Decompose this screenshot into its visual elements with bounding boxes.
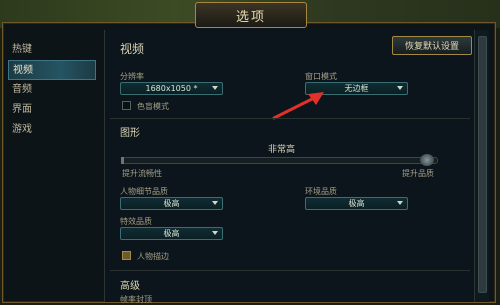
sidebar-item-audio[interactable]: 音频 [8,80,100,100]
window-mode-value: 无边框 [344,84,369,93]
colorblind-checkbox[interactable] [122,101,131,110]
character-outline-checkbox[interactable] [122,251,131,260]
sidebar-item-interface[interactable]: 界面 [8,100,100,120]
section-divider [110,270,470,271]
annotation-arrow-icon [272,92,324,120]
slider-left-label: 提升流畅性 [122,169,162,178]
effects-quality-dropdown[interactable]: 极高 [120,227,223,240]
character-quality-value: 极高 [163,199,180,208]
section-divider [110,118,470,119]
graphics-quality-slider[interactable] [122,157,438,164]
character-quality-label: 人物细节品质 [120,187,168,196]
section-title-graphics: 图形 [120,128,140,139]
scrollbar[interactable] [474,30,489,302]
sidebar-item-hotkeys[interactable]: 热键 [8,40,100,60]
window-title: 选项 [195,2,307,28]
frame-rate-label: 帧率封顶 [120,295,152,304]
section-title-advanced: 高级 [120,281,140,292]
window-mode-label: 窗口模式 [305,72,337,81]
section-title-video: 视频 [120,42,145,56]
effects-quality-value: 极高 [163,229,180,238]
sidebar-nav: 热键 视频 音频 界面 游戏 [8,40,100,140]
reset-defaults-button[interactable]: 恢复默认设置 [392,36,472,55]
slider-knob[interactable] [420,154,434,166]
sidebar-item-game[interactable]: 游戏 [8,120,100,140]
graphics-quality-value: 非常高 [268,145,296,155]
slider-start-marker [121,157,124,164]
character-outline-label: 人物描边 [137,252,169,261]
resolution-dropdown[interactable]: 1680x1050 * [120,82,223,95]
colorblind-label: 色盲模式 [137,102,169,111]
effects-quality-label: 特效品质 [120,217,152,226]
chevron-down-icon [397,201,403,205]
environment-quality-value: 极高 [348,199,365,208]
environment-quality-dropdown[interactable]: 极高 [305,197,408,210]
resolution-label: 分辨率 [120,72,144,81]
slider-right-label: 提升品质 [402,169,434,178]
chevron-down-icon [397,86,403,90]
chevron-down-icon [212,231,218,235]
character-quality-dropdown[interactable]: 极高 [120,197,223,210]
sidebar-item-video[interactable]: 视频 [8,60,96,80]
environment-quality-label: 环境品质 [305,187,337,196]
chevron-down-icon [212,201,218,205]
scrollbar-thumb[interactable] [478,36,487,293]
chevron-down-icon [212,86,218,90]
resolution-value: 1680x1050 * [145,84,198,93]
